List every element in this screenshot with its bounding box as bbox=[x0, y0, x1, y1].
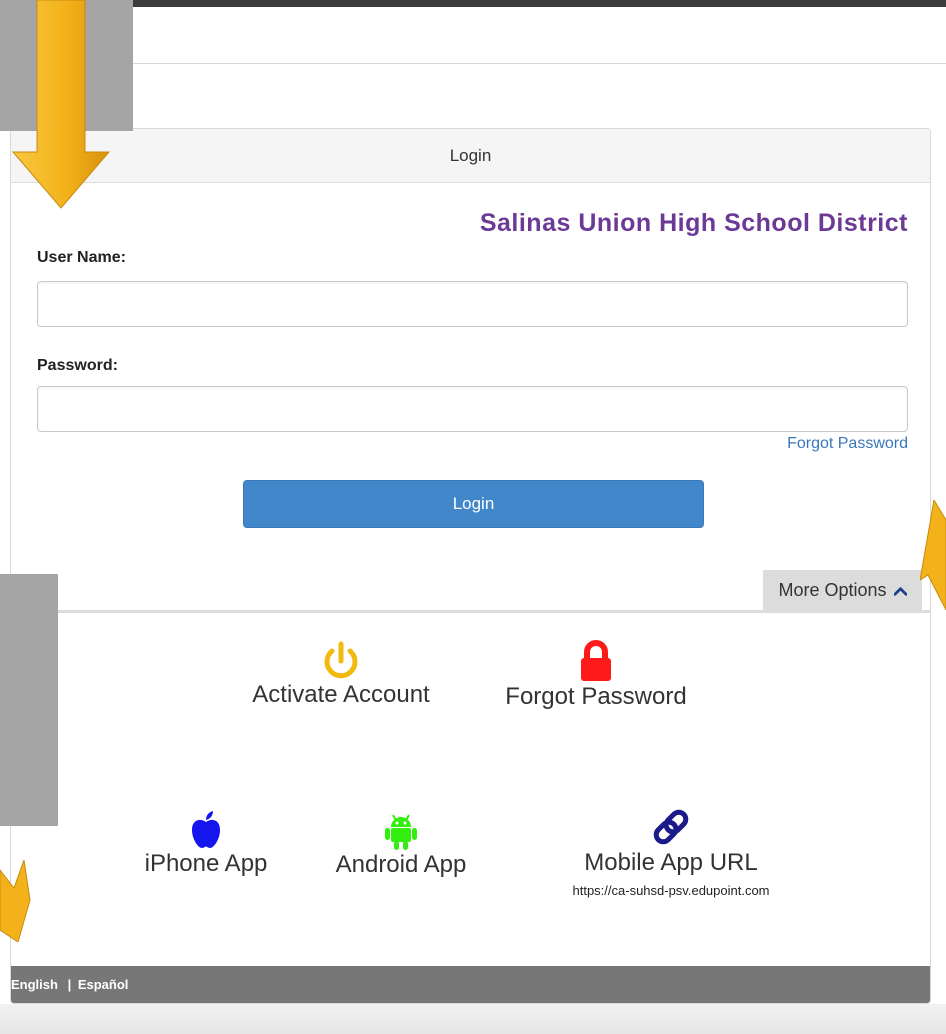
apple-icon bbox=[192, 811, 220, 848]
arrow-right-icon bbox=[920, 500, 946, 610]
android-app-label: Android App bbox=[335, 851, 467, 878]
lock-icon bbox=[581, 640, 611, 681]
top-bar bbox=[0, 0, 946, 7]
language-footer: English | Español bbox=[11, 966, 930, 1003]
forgot-password-link[interactable]: Forgot Password bbox=[787, 435, 908, 453]
language-english-link[interactable]: English bbox=[11, 966, 58, 1003]
header-divider bbox=[0, 63, 946, 64]
android-icon bbox=[385, 814, 417, 850]
password-input[interactable] bbox=[37, 386, 908, 432]
username-input[interactable] bbox=[37, 281, 908, 327]
language-separator: | bbox=[67, 977, 72, 992]
forgot-password-label: Forgot Password bbox=[505, 683, 687, 710]
link-icon bbox=[653, 809, 689, 845]
login-button[interactable]: Login bbox=[243, 480, 704, 528]
iphone-app-label: iPhone App bbox=[144, 850, 268, 877]
chevron-up-icon bbox=[893, 587, 907, 596]
activate-account-option[interactable]: Activate Account bbox=[231, 641, 451, 709]
iphone-app-option[interactable]: iPhone App bbox=[126, 810, 286, 878]
mobile-app-url-option[interactable]: Mobile App URL https://ca-suhsd-psv.edup… bbox=[516, 805, 826, 898]
arrow-down-icon bbox=[11, 0, 111, 209]
panel-title: Login bbox=[11, 129, 930, 183]
redaction-block-left bbox=[0, 574, 58, 826]
mobile-app-url-value: https://ca-suhsd-psv.edupoint.com bbox=[572, 883, 770, 898]
mobile-app-url-label: Mobile App URL bbox=[584, 849, 758, 876]
more-options-tab[interactable]: More Options bbox=[763, 570, 922, 611]
power-icon bbox=[324, 641, 358, 679]
username-label: User Name: bbox=[37, 249, 126, 266]
activate-account-label: Activate Account bbox=[252, 681, 430, 708]
language-spanish-link[interactable]: Español bbox=[78, 966, 129, 1003]
district-name: Salinas Union High School District bbox=[479, 209, 908, 237]
page-bottom-shade bbox=[0, 1004, 946, 1034]
login-panel: Login Salinas Union High School District… bbox=[10, 128, 931, 1004]
more-options-label: More Options bbox=[778, 580, 887, 600]
forgot-password-option[interactable]: Forgot Password bbox=[481, 639, 711, 711]
arrow-left-icon bbox=[0, 860, 31, 942]
password-label: Password: bbox=[37, 357, 118, 374]
android-app-option[interactable]: Android App bbox=[316, 813, 486, 879]
